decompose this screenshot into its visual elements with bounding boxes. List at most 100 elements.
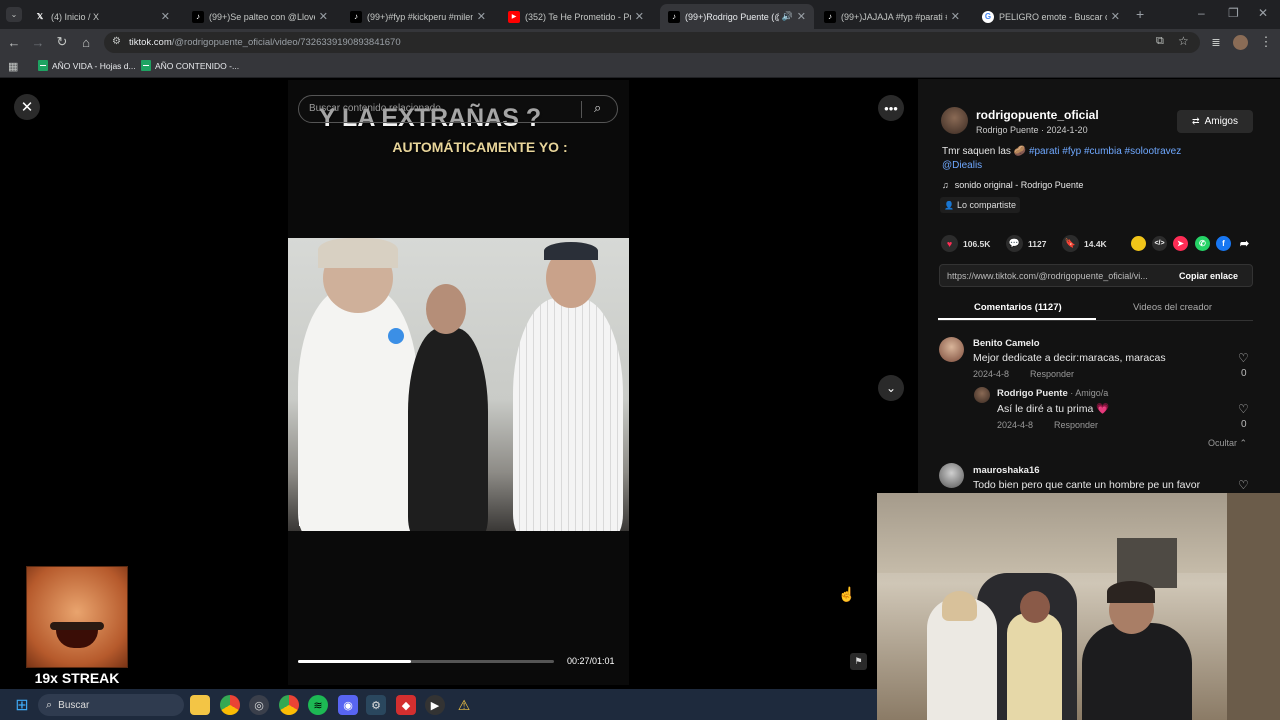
comment-avatar-2[interactable] — [939, 463, 964, 488]
google-icon: G — [982, 10, 994, 23]
tab-creator-videos[interactable]: Videos del creador — [1133, 302, 1212, 313]
tiktok-icon: ♪ — [192, 10, 204, 23]
close-tab-icon[interactable]: ✕ — [477, 10, 486, 23]
sound-link[interactable]: ♫ sonido original - Rodrigo Puente — [942, 180, 1083, 190]
browser-tab-active[interactable]: ♪ (99+)Rodrigo Puente (@ro 🔊 ✕ — [660, 4, 814, 29]
tiktok-icon: ♪ — [350, 10, 362, 23]
hide-replies-button[interactable]: Ocultar ⌃ — [1208, 438, 1247, 449]
home-icon[interactable]: ⌂ — [78, 34, 94, 50]
new-tab-icon[interactable]: + — [1136, 6, 1144, 22]
close-tab-icon[interactable]: ✕ — [797, 10, 806, 23]
windows-start-icon[interactable]: ⊞ — [12, 695, 32, 715]
forward-icon[interactable]: → — [30, 34, 46, 50]
video-progress-bar[interactable] — [298, 660, 554, 663]
tiktok-icon: ♪ — [824, 10, 836, 23]
comment-user-2[interactable]: mauroshaka16 — [973, 465, 1040, 476]
obs-icon[interactable]: ◎ — [249, 695, 269, 715]
app-red-icon[interactable]: ◆ — [396, 695, 416, 715]
friends-button[interactable]: ⇄ Amigos — [1177, 110, 1253, 133]
next-video-button[interactable]: ⌄ — [878, 375, 904, 401]
creator-handle[interactable]: rodrigopuente_oficial — [976, 108, 1099, 122]
search-icon: ⌕ — [46, 698, 53, 711]
comment-like-icon[interactable]: ♡ — [1238, 351, 1249, 365]
window-close-icon[interactable]: ✕ — [1258, 6, 1268, 20]
close-tab-icon[interactable]: ✕ — [319, 10, 328, 23]
reply-link[interactable]: Responder — [1030, 369, 1074, 379]
profile-avatar[interactable] — [1233, 35, 1248, 50]
reply-respond-link[interactable]: Responder — [1054, 420, 1098, 430]
video-time: 00:27/01:01 — [567, 656, 615, 666]
video-caption: Tmr saquen las 🥔 #parati #fyp #cumbia #s… — [942, 146, 1182, 157]
close-player-button[interactable]: ✕ — [14, 94, 40, 120]
address-bar[interactable]: ⚙ tiktok.com/@rodrigopuente_oficial/vide… — [104, 32, 1200, 53]
search-input[interactable]: Buscar contenido relacionado ⌕ — [298, 95, 618, 123]
menu-kebab-icon[interactable]: ⋮ — [1258, 34, 1274, 50]
bookmark-ano-vida[interactable]: AÑO VIDA - Hojas d... — [38, 60, 136, 71]
like-stat[interactable]: ♥ 106.5K — [941, 235, 990, 252]
bookmark-star-icon[interactable]: ☆ — [1178, 34, 1189, 48]
webcam-overlay — [877, 493, 1280, 720]
more-share-icon[interactable]: ➦ — [1237, 236, 1252, 251]
install-app-icon[interactable]: ⧉ — [1156, 35, 1164, 48]
send-icon[interactable]: ➤ — [1173, 236, 1188, 251]
discord-icon[interactable]: ◉ — [338, 695, 358, 715]
close-tab-icon[interactable]: ✕ — [1111, 10, 1120, 23]
site-info-icon[interactable]: ⚙ — [112, 36, 121, 47]
windows-taskbar: ⊞ ⌕ Buscar ◎ ≋ ◉ ⚙ ◆ ▶ ⚠ — [0, 689, 877, 720]
coin-share-icon[interactable] — [1131, 236, 1146, 251]
copy-link-button[interactable]: Copiar enlace — [1179, 271, 1238, 281]
reply-user[interactable]: Rodrigo Puente · Amigo/a — [997, 388, 1108, 399]
media-player-icon[interactable]: ▶ — [425, 695, 445, 715]
link-box: https://www.tiktok.com/@rodrigopuente_of… — [939, 264, 1253, 287]
comment-stat[interactable]: 💬 1127 — [1006, 235, 1046, 252]
more-options-button[interactable]: ••• — [878, 95, 904, 121]
embed-icon[interactable]: </> — [1152, 236, 1167, 251]
caption-mention[interactable]: @Diealis — [942, 160, 982, 171]
spotify-icon[interactable]: ≋ — [308, 695, 328, 715]
close-tab-icon[interactable]: ✕ — [161, 10, 170, 23]
comment-bubble-icon: 💬 — [1006, 235, 1023, 252]
back-icon[interactable]: ← — [6, 34, 22, 50]
close-tab-icon[interactable]: ✕ — [951, 10, 960, 23]
comment-avatar[interactable] — [939, 337, 964, 362]
speaker-icon[interactable]: 🔊 — [782, 11, 793, 22]
reading-list-icon[interactable]: ≣ — [1208, 34, 1224, 50]
video-clip-image — [288, 238, 629, 531]
close-tab-icon[interactable]: ✕ — [635, 10, 644, 23]
browser-tab-tiktok-3[interactable]: ♪ (99+)JAJAJA #fyp #parati #Die ✕ — [816, 4, 968, 29]
x-logo-icon: 𝕏 — [36, 12, 44, 21]
heart-icon: ♥ — [941, 235, 958, 252]
video-link-text[interactable]: https://www.tiktok.com/@rodrigopuente_of… — [947, 271, 1148, 281]
steam-icon[interactable]: ⚙ — [366, 695, 386, 715]
caption-hashtags[interactable]: #parati #fyp #cumbia #solootravez — [1029, 146, 1181, 157]
save-stat[interactable]: 🔖 14.4K — [1062, 235, 1107, 252]
reply-like-icon[interactable]: ♡ — [1238, 402, 1249, 416]
restore-icon[interactable]: ❐ — [1228, 6, 1239, 20]
browser-tab-tiktok-2[interactable]: ♪ (99+)#fyp #kickperu #milenka ✕ — [342, 4, 494, 29]
browser-tab-x[interactable]: 𝕏 (4) Inicio / X ✕ — [26, 4, 178, 29]
facebook-icon[interactable]: f — [1216, 236, 1231, 251]
share-person-icon: 👤 — [944, 200, 954, 210]
comment-user[interactable]: Benito Camelo — [973, 338, 1040, 349]
reply-avatar[interactable] — [974, 387, 990, 403]
taskbar-search[interactable]: ⌕ Buscar — [38, 694, 184, 716]
search-icon[interactable]: ⌕ — [594, 100, 601, 116]
file-explorer-icon[interactable] — [190, 695, 210, 715]
tab-list-dropdown-icon[interactable]: ⌄ — [6, 7, 22, 22]
comment-like-icon-2[interactable]: ♡ — [1238, 478, 1249, 492]
apps-grid-icon[interactable]: ▦ — [8, 60, 18, 73]
chrome-alt-icon[interactable] — [279, 695, 299, 715]
minimize-icon[interactable]: – — [1198, 6, 1205, 20]
warning-icon[interactable]: ⚠ — [454, 695, 474, 715]
browser-tab-tiktok-1[interactable]: ♪ (99+)Se palteo con @Llovergar ✕ — [184, 4, 336, 29]
whatsapp-icon[interactable]: ✆ — [1195, 236, 1210, 251]
browser-tab-youtube[interactable]: ▶ (352) Te He Prometido - Puro M ✕ — [500, 4, 652, 29]
bookmark-ano-contenido[interactable]: AÑO CONTENIDO -... — [141, 60, 239, 71]
browser-tab-google[interactable]: G PELIGRO emote - Buscar con G ✕ — [974, 4, 1128, 29]
report-flag-icon[interactable]: ⚑ — [850, 653, 867, 670]
tiktok-icon: ♪ — [668, 10, 680, 23]
reload-icon[interactable]: ↻ — [54, 34, 70, 50]
tab-comments[interactable]: Comentarios (1127) — [974, 302, 1062, 313]
creator-avatar[interactable] — [941, 107, 968, 134]
chrome-icon[interactable] — [220, 695, 240, 715]
